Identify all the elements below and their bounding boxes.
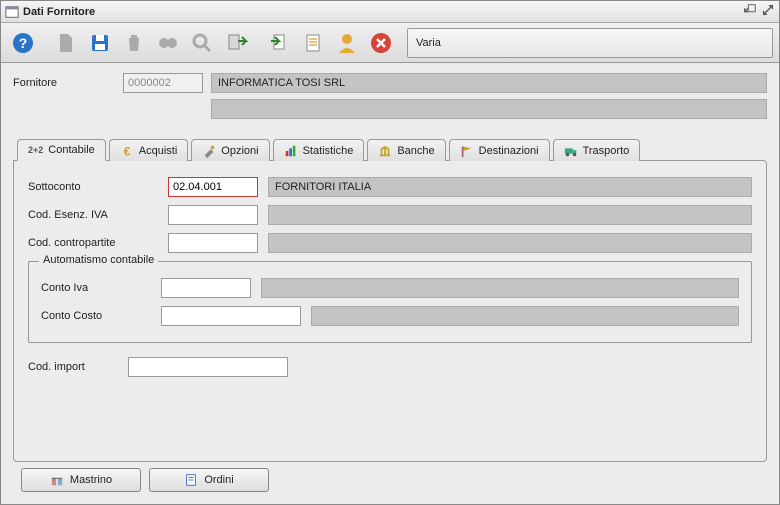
- supplier-code-input[interactable]: [123, 73, 203, 93]
- print-button[interactable]: [152, 27, 184, 59]
- document-button[interactable]: [297, 27, 329, 59]
- minimize-icon[interactable]: [743, 3, 757, 20]
- user-button[interactable]: [331, 27, 363, 59]
- svg-text:?: ?: [19, 35, 28, 51]
- delete-button[interactable]: [118, 27, 150, 59]
- cod-import-input[interactable]: [128, 357, 288, 377]
- sottoconto-desc: FORNITORI ITALIA: [268, 177, 752, 197]
- window-icon: [5, 5, 19, 19]
- supplier-line2-display: [211, 99, 767, 119]
- automatismo-legend: Automatismo contabile: [39, 254, 158, 266]
- contropartite-label: Cod. contropartite: [28, 237, 168, 249]
- esenz-input[interactable]: [168, 205, 258, 225]
- mastrino-button[interactable]: Mastrino: [21, 468, 141, 492]
- tab-acquisti[interactable]: € Acquisti: [109, 139, 189, 161]
- tab-label: Contabile: [48, 144, 94, 156]
- conto-iva-label: Conto Iva: [41, 282, 161, 294]
- ordini-button[interactable]: Ordini: [149, 468, 269, 492]
- toolbar: ? Varia: [1, 23, 779, 63]
- contropartite-input[interactable]: [168, 233, 258, 253]
- tab-destinazioni[interactable]: Destinazioni: [449, 139, 550, 161]
- close-button[interactable]: [365, 27, 397, 59]
- tab-label: Destinazioni: [479, 145, 539, 157]
- contropartite-desc: [268, 233, 752, 253]
- conto-costo-input[interactable]: [161, 306, 301, 326]
- supplier-name-display: INFORMATICA TOSI SRL: [211, 73, 767, 93]
- conto-iva-input[interactable]: [161, 278, 251, 298]
- export-button[interactable]: [263, 27, 295, 59]
- tab-trasporto[interactable]: Trasporto: [553, 139, 641, 161]
- tab-panel-contabile: Sottoconto FORNITORI ITALIA Cod. Esenz. …: [13, 160, 767, 462]
- esenz-desc: [268, 205, 752, 225]
- tab-label: Statistiche: [303, 145, 354, 157]
- mode-display: Varia: [407, 28, 773, 58]
- tab-label: Banche: [397, 145, 434, 157]
- esenz-label: Cod. Esenz. IVA: [28, 209, 168, 221]
- save-button[interactable]: [84, 27, 116, 59]
- conto-iva-desc: [261, 278, 739, 298]
- tab-bar: 2+2 Contabile € Acquisti Opzioni Statist…: [13, 139, 767, 161]
- cod-import-label: Cod. import: [28, 361, 128, 373]
- svg-text:€: €: [123, 144, 130, 158]
- sottoconto-input[interactable]: [168, 177, 258, 197]
- maximize-icon[interactable]: [761, 3, 775, 20]
- mode-label: Varia: [416, 37, 441, 49]
- tab-banche[interactable]: Banche: [367, 139, 445, 161]
- tab-statistiche[interactable]: Statistiche: [273, 139, 365, 161]
- titlebar: Dati Fornitore: [1, 1, 779, 23]
- import-button[interactable]: [220, 27, 252, 59]
- conto-costo-desc: [311, 306, 739, 326]
- ordini-label: Ordini: [204, 474, 233, 486]
- tab-opzioni[interactable]: Opzioni: [191, 139, 269, 161]
- help-button[interactable]: ?: [7, 27, 39, 59]
- search-button[interactable]: [186, 27, 218, 59]
- mastrino-label: Mastrino: [70, 474, 112, 486]
- footer: Mastrino Ordini: [13, 462, 767, 498]
- new-button[interactable]: [50, 27, 82, 59]
- supplier-label: Fornitore: [13, 77, 123, 89]
- automatismo-fieldset: Automatismo contabile Conto Iva Conto Co…: [28, 261, 752, 343]
- tab-label: Acquisti: [139, 145, 178, 157]
- conto-costo-label: Conto Costo: [41, 310, 161, 322]
- tab-label: Trasporto: [583, 145, 630, 157]
- sottoconto-label: Sottoconto: [28, 181, 168, 193]
- window-title: Dati Fornitore: [23, 6, 95, 18]
- tab-label: Opzioni: [221, 145, 258, 157]
- tab-contabile[interactable]: 2+2 Contabile: [17, 139, 106, 161]
